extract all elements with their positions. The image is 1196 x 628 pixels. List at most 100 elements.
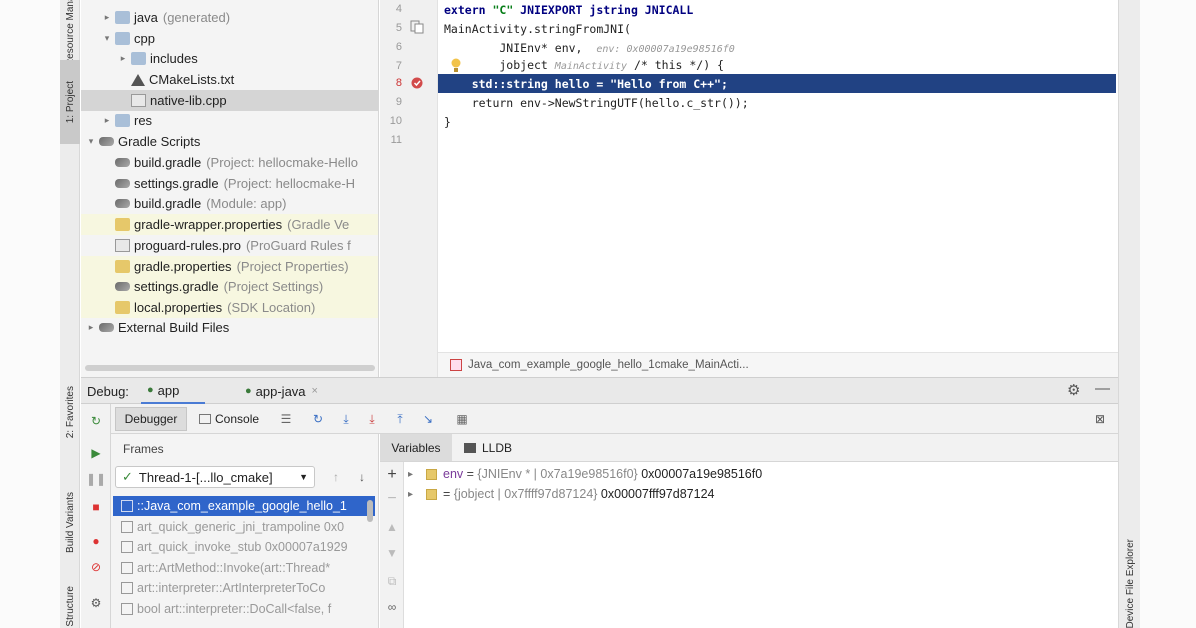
editor-breadcrumb[interactable]: Java_com_example_google_hello_1cmake_Mai… — [438, 352, 1118, 377]
stack-frame[interactable]: art::interpreter::ArtInterpreterToCo — [113, 578, 375, 598]
tab-project[interactable]: 1: Project — [60, 60, 80, 144]
duplicate-icon[interactable]: ⧉ — [383, 572, 401, 590]
implementation-gutter-icon[interactable] — [410, 20, 424, 34]
intention-bulb-icon[interactable] — [450, 58, 462, 73]
breakpoint-icon[interactable] — [410, 76, 424, 90]
tree-horizontal-scrollbar[interactable] — [85, 365, 375, 371]
line-number: 7 — [395, 60, 402, 72]
chevron-right-icon[interactable]: ▸ — [85, 322, 97, 333]
tab-debugger[interactable]: Debugger — [115, 407, 187, 431]
tab-label: Device File Explorer — [1124, 539, 1136, 628]
step-out-icon[interactable]: ⤒ — [391, 410, 409, 428]
frames-scrollbar[interactable] — [367, 500, 373, 522]
layout-icon[interactable]: ☰ — [277, 410, 295, 428]
tree-item[interactable]: build.gradle (Project: hellocmake-Hello — [81, 152, 378, 173]
tree-item-detail: (Project Properties) — [236, 259, 349, 274]
force-step-into-icon[interactable]: ⤓ — [363, 410, 381, 428]
glasses-icon[interactable]: ∞ — [383, 598, 401, 616]
evaluate-expression-icon[interactable]: ▦ — [453, 410, 471, 428]
view-breakpoints-icon[interactable]: ● — [87, 532, 105, 550]
stack-frame[interactable]: art::ArtMethod::Invoke(art::Thread* — [113, 558, 375, 578]
settings-icon[interactable]: ⚙ — [87, 594, 105, 612]
tab-build-variants[interactable]: Build Variants — [60, 475, 80, 570]
frames-panel: Frames ✓ Thread-1-[...llo_cmake] ▼ ↑ ↓ :… — [111, 434, 379, 628]
folder-icon — [115, 11, 130, 24]
tree-item[interactable]: ▸ java (generated) — [81, 7, 378, 28]
code-line-7: jobject MainActivity /* this */) { — [444, 58, 724, 72]
chevron-right-icon[interactable]: ▸ — [408, 489, 422, 500]
tree-item[interactable]: ▾ Gradle Scripts — [81, 131, 378, 152]
tree-item-label: gradle.properties — [134, 259, 232, 274]
rerun-icon[interactable]: ↻ — [87, 412, 105, 430]
tree-item[interactable]: native-lib.cpp — [81, 90, 378, 111]
tab-label: Variables — [391, 440, 441, 455]
run-to-cursor-icon[interactable]: ↘ — [419, 410, 437, 428]
frame-icon — [121, 561, 133, 574]
android-icon: ● — [147, 384, 154, 396]
chevron-right-icon[interactable]: ▸ — [408, 469, 422, 480]
close-icon[interactable]: × — [312, 385, 318, 397]
variable-value: 0x00007a19e98516f0 — [637, 467, 763, 481]
restore-layout-icon[interactable]: ⊠ — [1091, 410, 1109, 428]
frame-icon — [121, 520, 133, 533]
tree-item[interactable]: local.properties (SDK Location) — [81, 297, 378, 318]
session-tab-app-java[interactable]: ● app-java × — [239, 378, 329, 404]
tree-item[interactable]: ▸ External Build Files — [81, 317, 378, 338]
show-execution-point-icon[interactable]: ↻ — [309, 410, 327, 428]
mute-breakpoints-icon[interactable]: ⊘ — [87, 558, 105, 576]
line-number: 4 — [395, 3, 402, 15]
tree-item-label: native-lib.cpp — [150, 93, 227, 108]
tab-label: Build Variants — [64, 492, 76, 553]
tab-structure[interactable]: Structure — [60, 585, 80, 628]
variable-row[interactable]: ▸ = {jobject | 0x7ffff97d87124} 0x00007ff… — [408, 484, 714, 504]
pause-icon[interactable]: ❚❚ — [86, 470, 106, 488]
tree-item[interactable]: settings.gradle (Project Settings) — [81, 276, 378, 297]
frame-label: art::ArtMethod::Invoke(art::Thread* — [137, 560, 331, 575]
tab-lldb[interactable]: LLDB — [464, 434, 524, 461]
frame-label: art::interpreter::ArtInterpreterToCo — [137, 581, 326, 595]
variable-row[interactable]: ▸ env = {JNIEnv * | 0x7a19e98516f0} 0x000… — [408, 464, 762, 484]
next-frame-icon[interactable]: ↓ — [353, 468, 371, 486]
gear-icon[interactable]: ⚙ — [1067, 381, 1080, 399]
thread-selector[interactable]: ✓ Thread-1-[...llo_cmake] ▼ — [115, 466, 315, 488]
tree-item[interactable]: CMakeLists.txt — [81, 69, 378, 90]
tab-favorites[interactable]: 2: Favorites — [60, 372, 80, 452]
tab-device-file-explorer[interactable]: Device File Explorer — [1120, 539, 1140, 628]
tab-resource-manager[interactable]: Resource Manager — [60, 0, 80, 67]
chevron-right-icon[interactable]: ▸ — [101, 12, 113, 23]
resume-icon[interactable]: ▶ — [87, 444, 105, 462]
new-watch-icon[interactable]: + — [383, 466, 401, 484]
move-down-icon[interactable]: ▼ — [383, 544, 401, 562]
tree-item[interactable]: settings.gradle (Project: hellocmake-H — [81, 173, 378, 194]
stack-frame[interactable]: art_quick_invoke_stub 0x00007a1929 — [113, 537, 375, 557]
code-editor[interactable]: extern "C" JNIEXPORT jstring JNICALL Mai… — [438, 0, 1118, 352]
previous-frame-icon[interactable]: ↑ — [327, 468, 345, 486]
stack-frame[interactable]: art_quick_generic_jni_trampoline 0x0 — [113, 517, 375, 537]
tree-item[interactable]: gradle.properties (Project Properties) — [81, 256, 378, 277]
frame-label: bool art::interpreter::DoCall<false, f — [137, 601, 332, 616]
step-over-icon[interactable]: ⤓ — [337, 410, 355, 428]
tree-item[interactable]: proguard-rules.pro (ProGuard Rules f — [81, 235, 378, 256]
remove-watch-icon[interactable]: − — [383, 490, 401, 508]
properties-icon — [115, 301, 130, 314]
tab-console[interactable]: Console — [199, 407, 271, 431]
tree-item[interactable]: ▸ includes — [81, 48, 378, 69]
stop-icon[interactable]: ■ — [87, 498, 105, 516]
variable-eq: = — [463, 467, 478, 481]
tab-variables[interactable]: Variables — [380, 434, 452, 461]
stack-frame[interactable]: bool art::interpreter::DoCall<false, f — [113, 599, 375, 619]
move-up-icon[interactable]: ▲ — [383, 518, 401, 536]
tree-item[interactable]: gradle-wrapper.properties (Gradle Ve — [81, 214, 378, 235]
session-tab-app[interactable]: ● app — [141, 378, 205, 404]
stack-frame[interactable]: ::Java_com_example_google_hello_1 — [113, 496, 375, 516]
tree-item[interactable]: ▸ res — [81, 110, 378, 131]
tree-item-label: build.gradle — [134, 196, 202, 211]
chevron-down-icon[interactable]: ▾ — [85, 136, 97, 147]
chevron-right-icon[interactable]: ▸ — [117, 53, 129, 64]
left-tool-strip: Resource Manager 1: Project 2: Favorites… — [60, 0, 80, 628]
chevron-down-icon[interactable]: ▾ — [101, 33, 113, 44]
hide-icon[interactable]: — — [1095, 380, 1110, 397]
chevron-right-icon[interactable]: ▸ — [101, 115, 113, 126]
tree-item[interactable]: build.gradle (Module: app) — [81, 193, 378, 214]
tree-item[interactable]: ▾ cpp — [81, 28, 378, 49]
